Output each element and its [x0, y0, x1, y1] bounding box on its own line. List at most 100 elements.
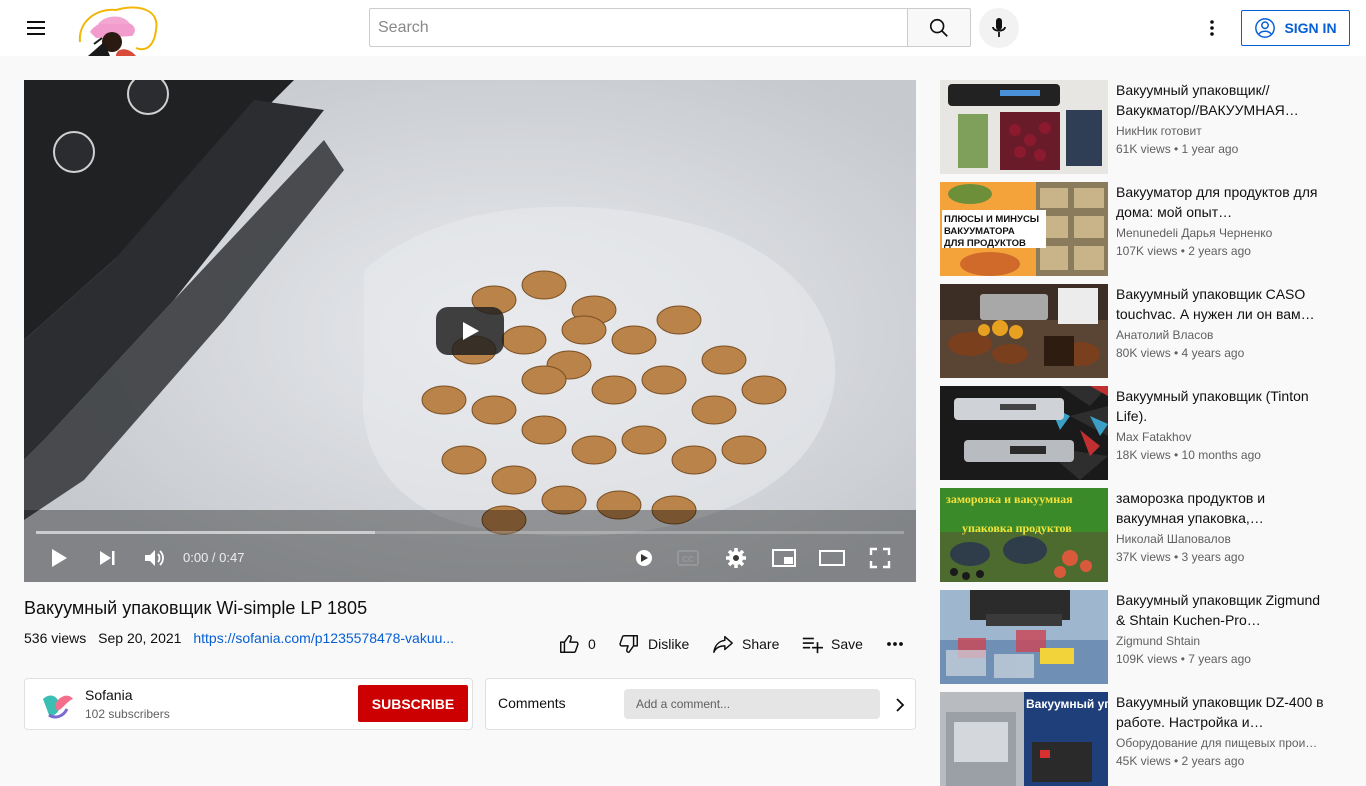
recommended-channel[interactable]: Николай Шаповалов	[1116, 532, 1326, 546]
thumb-up-icon	[560, 635, 579, 653]
channel-logo[interactable]	[76, 2, 160, 56]
recommended-title[interactable]: Вакуумный упаковщик (Tinton Life).	[1116, 386, 1326, 426]
save-label: Save	[831, 636, 863, 652]
dislike-label: Dislike	[648, 636, 690, 652]
next-icon	[100, 551, 115, 565]
recommended-title[interactable]: Вакуумный упаковщик CASO touchvac. А нуж…	[1116, 284, 1326, 324]
theater-icon	[819, 550, 845, 566]
recommended-video[interactable]: заморозка и вакуумная упаковка продуктов…	[940, 488, 1350, 582]
play-button[interactable]	[46, 545, 72, 571]
fullscreen-button[interactable]	[868, 545, 892, 571]
like-button[interactable]: 0	[558, 632, 596, 656]
view-count: 536 views	[24, 630, 87, 646]
voice-search-button[interactable]	[979, 8, 1019, 48]
svg-text:CC: CC	[682, 555, 694, 564]
chevron-right-icon[interactable]	[890, 693, 910, 717]
channel-name[interactable]: Sofania	[85, 687, 132, 703]
account-icon	[1255, 18, 1276, 38]
search-icon	[929, 18, 948, 37]
sign-in-label: SIGN IN	[1284, 20, 1337, 36]
search-box	[369, 8, 908, 47]
comments-card[interactable]: Comments Add a comment...	[485, 678, 916, 730]
recommended-channel[interactable]: Max Fatakhov	[1116, 430, 1326, 444]
play-icon	[52, 549, 67, 567]
share-label: Share	[742, 636, 780, 652]
upload-date: Sep 20, 2021	[98, 630, 182, 646]
recommended-meta: 61K views • 1 year ago	[1116, 142, 1239, 156]
play-icon	[463, 322, 479, 340]
autoplay-toggle-icon	[622, 550, 652, 566]
comments-heading: Comments	[498, 695, 566, 711]
recommended-video[interactable]: ПЛЮСЫ И МИНУСЫ ВАКУУМАТОРА ДЛЯ ПРОДУКТОВ В…	[940, 182, 1350, 276]
recommended-channel[interactable]: Анатолий Власов	[1116, 328, 1326, 342]
video-thumbnail[interactable]: ПЛЮСЫ И МИНУСЫ ВАКУУМАТОРА ДЛЯ ПРОДУКТОВ	[940, 182, 1108, 276]
recommended-channel[interactable]: НикНик готовит	[1116, 124, 1326, 138]
recommended-title[interactable]: Вакуумный упаковщик Zigmund & Shtain Kuc…	[1116, 590, 1326, 630]
progress-buffer	[36, 531, 375, 534]
recommended-meta: 109K views • 7 years ago	[1116, 652, 1251, 666]
cc-icon: CC	[677, 550, 699, 566]
description-link[interactable]: https://sofania.com/p1235578478-vakuu...	[193, 630, 454, 646]
more-horiz-icon	[887, 642, 903, 646]
cc-button[interactable]: CC	[676, 545, 700, 571]
search-input[interactable]	[370, 9, 908, 46]
like-count: 0	[588, 636, 596, 652]
thumb-caption: упаковка продуктов	[962, 521, 1072, 535]
mic-icon	[992, 18, 1006, 37]
recommended-channel[interactable]: Menunedeli Дарья Черненко	[1116, 226, 1326, 240]
share-button[interactable]: Share	[712, 632, 779, 656]
video-thumbnail[interactable]: Вакуумный упаковщик	[940, 692, 1108, 786]
recommended-title[interactable]: Вакуумный упаковщик DZ-400 в работе. Нас…	[1116, 692, 1326, 732]
next-button[interactable]	[94, 545, 120, 571]
recommended-meta: 45K views • 2 years ago	[1116, 754, 1245, 768]
save-playlist-icon	[802, 637, 823, 654]
recommended-channel[interactable]: Оборудование для пищевых прои…	[1116, 736, 1326, 750]
comment-input[interactable]: Add a comment...	[624, 689, 880, 719]
mute-button[interactable]	[141, 545, 167, 571]
video-thumbnail[interactable]	[940, 80, 1108, 174]
search-button[interactable]	[907, 8, 971, 47]
miniplayer-button[interactable]	[771, 545, 797, 571]
progress-bar[interactable]	[36, 531, 904, 534]
menu-icon[interactable]	[24, 16, 48, 40]
recommended-channel[interactable]: Zigmund Shtain	[1116, 634, 1326, 648]
settings-button[interactable]	[724, 545, 748, 571]
time-display: 0:00 / 0:47	[183, 550, 245, 565]
miniplayer-icon	[772, 549, 796, 567]
more-vert-icon[interactable]	[1200, 16, 1224, 40]
recommended-meta: 18K views • 10 months ago	[1116, 448, 1261, 462]
video-title: Вакуумный упаковщик Wi-simple LP 1805	[24, 598, 368, 618]
recommended-meta: 37K views • 3 years ago	[1116, 550, 1245, 564]
thumb-caption: Вакуумный упаковщик	[1026, 697, 1108, 711]
large-play-button[interactable]	[436, 307, 504, 355]
video-thumbnail[interactable]	[940, 386, 1108, 480]
recommended-video[interactable]: Вакуумный упаковщик CASO touchvac. А нуж…	[940, 284, 1350, 378]
recommended-title[interactable]: заморозка продуктов и вакуумная упаковка…	[1116, 488, 1326, 528]
channel-card: Sofania 102 subscribers SUBSCRIBE	[24, 678, 473, 730]
video-player[interactable]	[24, 80, 916, 582]
recommended-video[interactable]: Вакуумный упаковщик (Tinton Life). Max F…	[940, 386, 1350, 480]
volume-icon	[145, 550, 164, 566]
recommended-video[interactable]: Вакуумный упаковщик Zigmund & Shtain Kuc…	[940, 590, 1350, 684]
recommended-meta: 80K views • 4 years ago	[1116, 346, 1245, 360]
fullscreen-icon	[869, 547, 891, 569]
video-thumbnail[interactable]	[940, 590, 1108, 684]
channel-avatar[interactable]	[37, 685, 77, 725]
thumb-down-icon	[619, 635, 638, 653]
theater-button[interactable]	[818, 545, 846, 571]
recommended-video[interactable]: Вакуумный упаковщик// Вакукматор//ВАКУУМ…	[940, 80, 1350, 174]
dislike-button[interactable]: Dislike	[618, 632, 689, 656]
video-thumbnail[interactable]: заморозка и вакуумная упаковка продуктов	[940, 488, 1108, 582]
subscribe-button[interactable]: SUBSCRIBE	[358, 685, 468, 722]
subscriber-count: 102 subscribers	[85, 707, 170, 721]
settings-icon	[726, 548, 746, 568]
autoplay-toggle[interactable]	[620, 545, 656, 571]
video-thumbnail[interactable]	[940, 284, 1108, 378]
recommended-video[interactable]: Вакуумный упаковщик Вакуумный упаковщик …	[940, 692, 1350, 786]
recommended-title[interactable]: Вакууматор для продуктов для дома: мой о…	[1116, 182, 1326, 222]
sign-in-button[interactable]: SIGN IN	[1241, 10, 1350, 46]
share-icon	[713, 635, 733, 653]
save-button[interactable]: Save	[801, 632, 863, 656]
more-actions-button[interactable]	[886, 632, 904, 656]
recommended-title[interactable]: Вакуумный упаковщик// Вакукматор//ВАКУУМ…	[1116, 80, 1326, 120]
